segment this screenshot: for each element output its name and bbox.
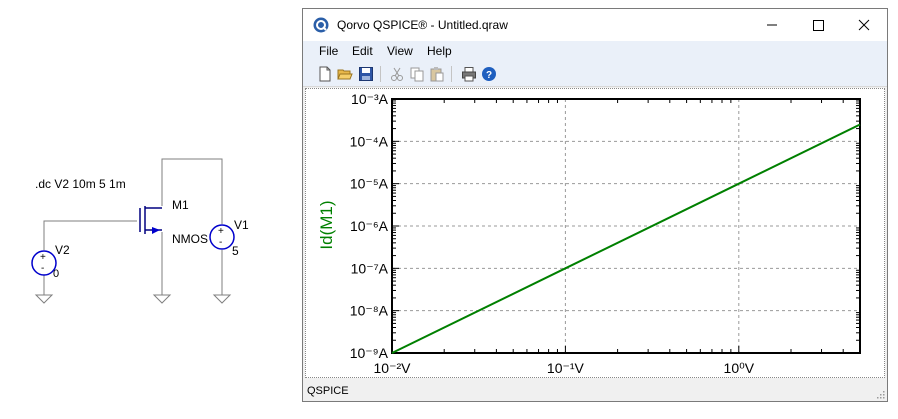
menu-edit[interactable]: Edit xyxy=(352,44,373,58)
menu-file[interactable]: File xyxy=(319,44,338,58)
y-tick-label: 10⁻⁸A xyxy=(350,303,389,319)
menu-bar: File Edit View Help xyxy=(303,41,887,61)
x-tick-label: 10⁻²V xyxy=(374,360,412,376)
copy-icon[interactable] xyxy=(409,66,425,82)
status-text: QSPICE xyxy=(307,385,349,397)
toolbar: ? xyxy=(303,61,887,87)
help-icon[interactable]: ? xyxy=(481,66,497,82)
v2-minus: - xyxy=(41,263,45,274)
v1-value[interactable]: 5 xyxy=(232,244,239,258)
title-bar[interactable]: Qorvo QSPICE® - Untitled.qraw xyxy=(303,9,887,41)
schematic-wires xyxy=(31,158,235,304)
new-file-icon[interactable] xyxy=(317,66,333,82)
cut-icon[interactable] xyxy=(389,66,405,82)
status-bar: QSPICE xyxy=(303,383,887,401)
v1-plus: + xyxy=(218,226,224,237)
nmos-arrow xyxy=(152,227,160,234)
plot-area[interactable]: Id(M1) 10⁻³A 10⁻⁴A 10⁻⁵A 10⁻⁶A 10⁻⁷A 10⁻⁸A 10⁻… xyxy=(305,88,885,378)
y-tick-label: 10⁻⁵A xyxy=(350,176,389,192)
paste-icon[interactable] xyxy=(429,66,445,82)
y-tick-label: 10⁻⁷A xyxy=(351,260,389,276)
toolbar-separator xyxy=(380,66,381,82)
dc-directive[interactable]: .dc V2 10m 5 1m xyxy=(35,177,126,191)
x-tick-label: 10⁰V xyxy=(724,360,755,376)
y-tick-label: 10⁻⁴A xyxy=(350,133,389,149)
id-m1-trace xyxy=(391,123,861,354)
ground-symbol-v2 xyxy=(34,294,54,304)
waveform-plot[interactable]: Id(M1) 10⁻³A 10⁻⁴A 10⁻⁵A 10⁻⁶A 10⁻⁷A 10⁻⁸A 10⁻… xyxy=(306,89,884,377)
svg-text:?: ? xyxy=(486,70,492,81)
waveform-window[interactable]: Qorvo QSPICE® - Untitled.qraw File Edit … xyxy=(302,8,888,402)
m1-label[interactable]: M1 xyxy=(172,198,189,212)
maximize-button[interactable] xyxy=(795,9,841,41)
v2-value[interactable]: 0 xyxy=(53,268,59,280)
ground-symbol-m1 xyxy=(152,294,172,304)
y-tick-label: 10⁻⁶A xyxy=(350,218,389,234)
schematic-canvas[interactable]: .dc V2 10m 5 1m M1 NMOS V1 5 V2 0 + - + … xyxy=(0,0,300,419)
toolbar-separator xyxy=(451,66,452,82)
window-title: Qorvo QSPICE® - Untitled.qraw xyxy=(337,18,508,32)
menu-help[interactable]: Help xyxy=(427,44,452,58)
y-tick-label: 10⁻⁹A xyxy=(350,345,389,361)
v2-plus: + xyxy=(40,252,46,263)
v1-minus: - xyxy=(219,237,223,248)
open-folder-icon[interactable] xyxy=(337,66,353,82)
maximize-icon xyxy=(813,20,824,31)
y-axis-label[interactable]: Id(M1) xyxy=(317,200,336,249)
qspice-app-icon xyxy=(313,17,329,33)
resize-grip-icon[interactable] xyxy=(875,389,885,399)
v1-label[interactable]: V1 xyxy=(234,218,249,232)
ground-symbol-v1 xyxy=(212,294,232,304)
m1-model-label[interactable]: NMOS xyxy=(172,232,208,246)
menu-view[interactable]: View xyxy=(387,44,413,58)
minimize-button[interactable] xyxy=(749,9,795,41)
close-icon xyxy=(858,19,870,31)
x-tick-label: 10⁻¹V xyxy=(547,360,585,376)
drain-wire xyxy=(161,158,223,224)
print-icon[interactable] xyxy=(461,66,477,82)
minimize-icon xyxy=(767,24,777,26)
close-button[interactable] xyxy=(841,9,887,41)
v2-label[interactable]: V2 xyxy=(55,243,70,257)
save-icon[interactable] xyxy=(358,66,374,82)
y-tick-label: 10⁻³A xyxy=(351,91,389,107)
